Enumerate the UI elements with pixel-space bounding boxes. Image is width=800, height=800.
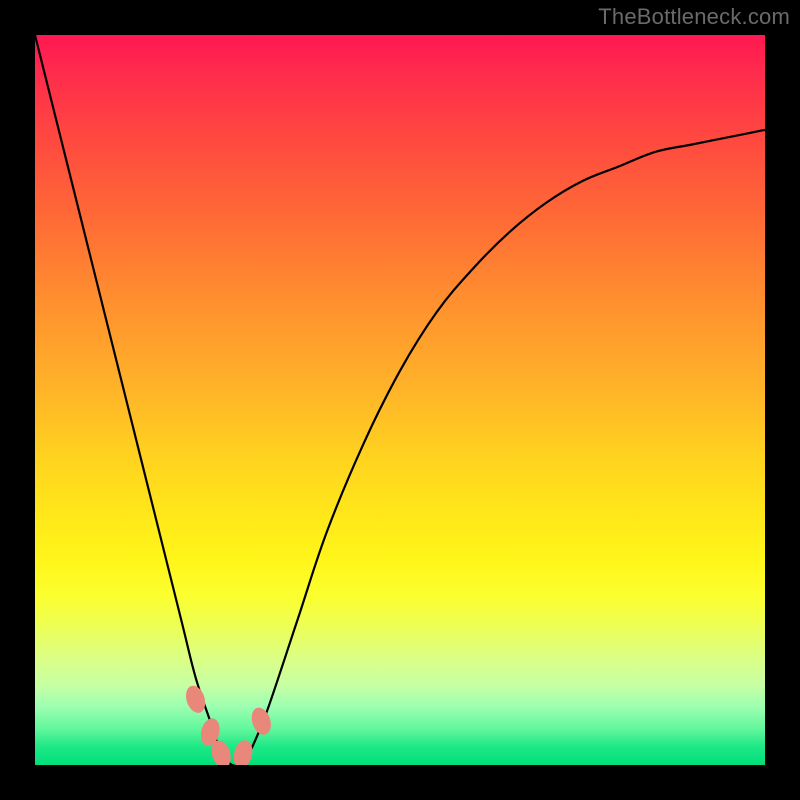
curve-marker — [248, 705, 274, 737]
chart-frame: TheBottleneck.com — [0, 0, 800, 800]
bottleneck-curve — [35, 35, 765, 765]
watermark-text: TheBottleneck.com — [598, 4, 790, 30]
curve-marker — [183, 683, 209, 715]
markers-group — [183, 683, 274, 765]
curve-marker — [231, 738, 255, 765]
plot-area — [35, 35, 765, 765]
curve-overlay — [35, 35, 765, 765]
